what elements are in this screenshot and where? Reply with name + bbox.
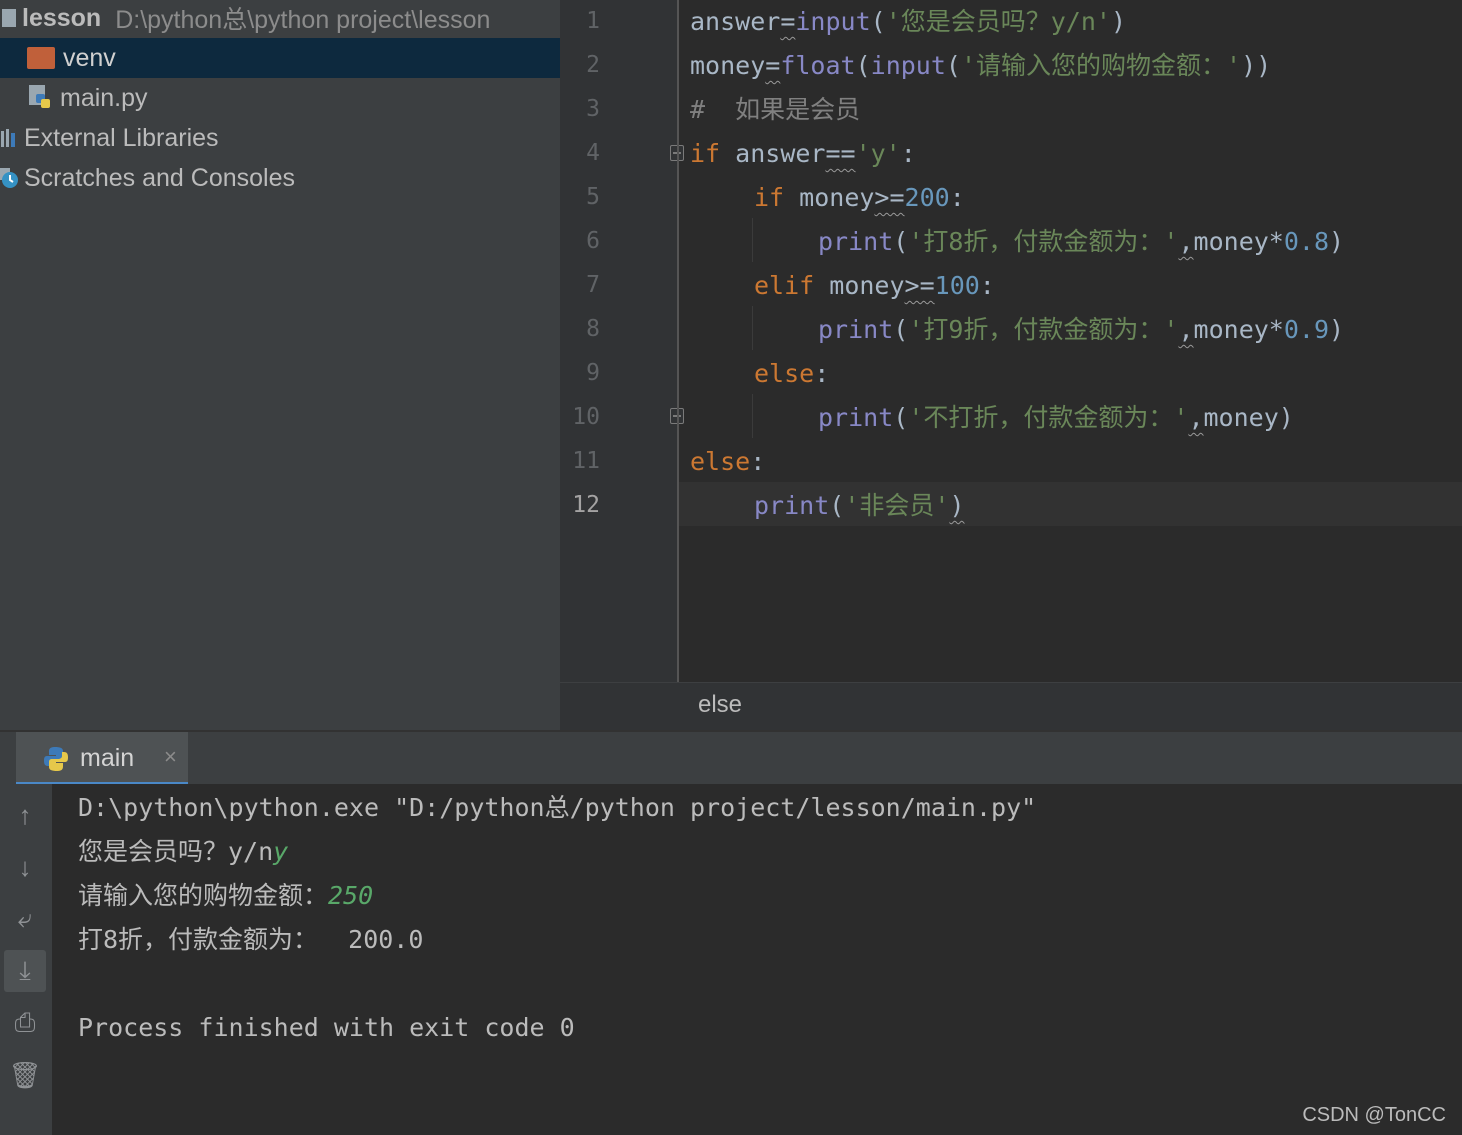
- line-number-current: 12: [572, 492, 600, 518]
- line-number: 11: [572, 448, 600, 474]
- line-number: 4: [586, 140, 600, 166]
- gutter-divider: [677, 0, 679, 682]
- console-line: 打8折，付款金额为： 200.0: [78, 925, 424, 954]
- code-line-12[interactable]: print('非会员'): [754, 484, 965, 528]
- library-icon: [0, 127, 18, 149]
- line-number: 1: [586, 8, 600, 34]
- code-line-9[interactable]: else:: [754, 352, 829, 396]
- code-line-6[interactable]: print('打8折，付款金额为：',money*0.8): [818, 220, 1344, 264]
- run-tool-window-header: main ×: [0, 730, 1462, 786]
- line-number: 6: [586, 228, 600, 254]
- code-line-7[interactable]: elif money>=100:: [754, 264, 995, 308]
- console-user-input: 250: [328, 881, 374, 910]
- tree-item-label: main.py: [60, 83, 148, 112]
- line-number: 7: [586, 272, 600, 298]
- line-number: 2: [586, 52, 600, 78]
- console-prompt: 请输入您的购物金额：: [78, 881, 329, 910]
- indent-guide: [752, 306, 753, 350]
- line-number: 9: [586, 360, 600, 386]
- console-user-input: y: [273, 837, 289, 866]
- close-icon[interactable]: ×: [164, 744, 177, 770]
- code-line-3[interactable]: # 如果是会员: [690, 88, 860, 132]
- code-line-1[interactable]: answer=input('您是会员吗？y/n'): [690, 0, 1126, 44]
- run-toolbar: ↑ ↓ ⤶ ⤓ ⎙ 🗑: [0, 784, 52, 1135]
- print-icon[interactable]: ⎙: [4, 1002, 46, 1044]
- tab-main[interactable]: main ×: [16, 732, 188, 786]
- console-line: D:\python\python.exe "D:/python总/python …: [78, 793, 1037, 822]
- console-prompt: 您是会员吗？y/n: [78, 837, 274, 866]
- line-number-gutter: 1 2 3 4 5 6 7 8 9 10 11 12: [560, 0, 684, 682]
- tree-item-label: External Libraries: [24, 123, 219, 152]
- code-line-2[interactable]: money=float(input('请输入您的购物金额：')): [690, 44, 1271, 88]
- console-output[interactable]: D:\python\python.exe "D:/python总/python …: [52, 784, 1462, 1135]
- breadcrumb[interactable]: else: [698, 691, 742, 719]
- code-editor[interactable]: 1 2 3 4 5 6 7 8 9 10 11 12 answer=input(…: [560, 0, 1462, 682]
- code-line-4[interactable]: if answer=='y':: [690, 132, 916, 176]
- indent-guide: [752, 218, 753, 262]
- project-root-row[interactable]: lesson D:\python总\python project\lesson: [0, 0, 560, 38]
- down-arrow-icon[interactable]: ↓: [4, 846, 46, 888]
- up-arrow-icon[interactable]: ↑: [4, 794, 46, 836]
- code-line-5[interactable]: if money>=200:: [754, 176, 965, 220]
- line-number: 3: [586, 96, 600, 122]
- project-root-name: lesson: [22, 3, 102, 32]
- scroll-to-end-icon[interactable]: ⤓: [4, 950, 46, 992]
- watermark: CSDN @TonCC: [1302, 1104, 1446, 1126]
- code-line-11[interactable]: else:: [690, 440, 765, 484]
- tree-item-main-py[interactable]: main.py: [0, 78, 560, 118]
- project-panel: lesson D:\python总\python project\lesson …: [0, 0, 560, 730]
- tab-label: main: [80, 744, 135, 772]
- console-exit-message: Process finished with exit code 0: [78, 1013, 575, 1042]
- tree-item-label: Scratches and Consoles: [24, 163, 295, 192]
- indent-guide: [752, 394, 753, 438]
- trash-icon[interactable]: 🗑: [4, 1054, 46, 1096]
- line-number: 10: [572, 404, 600, 430]
- breadcrumb-bar: else: [560, 682, 1462, 731]
- project-root-path: D:\python总\python project\lesson: [115, 6, 491, 34]
- tree-item-label: venv: [63, 43, 116, 72]
- line-number: 8: [586, 316, 600, 342]
- scratches-icon: [0, 167, 20, 189]
- folder-icon: [27, 47, 55, 69]
- python-icon: [42, 745, 70, 773]
- module-icon: [2, 9, 16, 27]
- console-line: 您是会员吗？y/ny: [78, 832, 288, 872]
- tree-item-venv[interactable]: venv: [0, 38, 560, 78]
- code-line-10[interactable]: print('不打折，付款金额为：',money): [818, 396, 1294, 440]
- code-line-8[interactable]: print('打9折，付款金额为：',money*0.9): [818, 308, 1344, 352]
- tree-item-external-libraries[interactable]: External Libraries: [0, 118, 560, 158]
- line-number: 5: [586, 184, 600, 210]
- python-file-icon: [28, 84, 52, 112]
- tree-item-scratches[interactable]: Scratches and Consoles: [0, 158, 560, 198]
- console-line: 请输入您的购物金额：250: [78, 876, 373, 916]
- soft-wrap-icon[interactable]: ⤶: [4, 898, 46, 940]
